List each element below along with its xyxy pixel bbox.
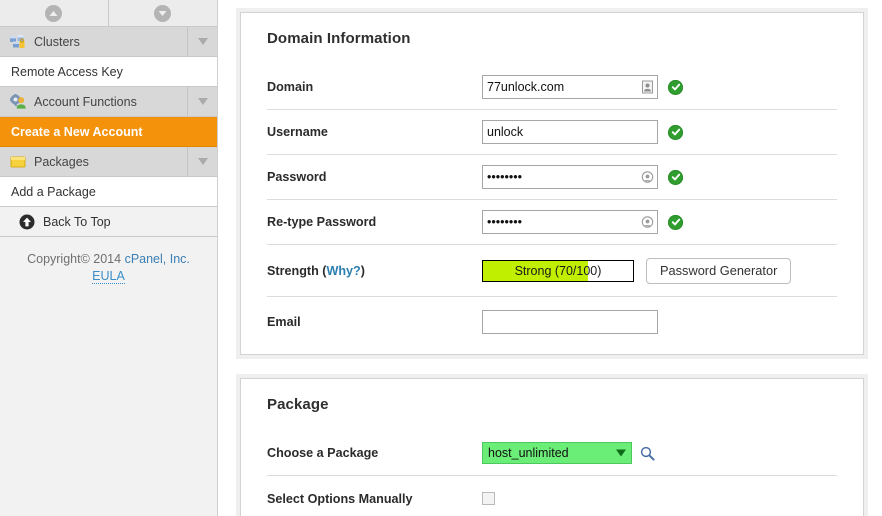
valid-check-icon-domain — [668, 79, 683, 95]
chevron-up-icon — [45, 4, 63, 22]
retype-password-input[interactable] — [482, 210, 658, 234]
select-options-manually-checkbox[interactable] — [482, 492, 495, 505]
package-select[interactable]: host_unlimited — [482, 442, 632, 464]
form-row-email: Email — [267, 297, 837, 347]
chevron-down-icon — [154, 4, 172, 22]
label-password: Password — [267, 170, 327, 184]
panel-title-package: Package — [267, 396, 329, 413]
username-input[interactable] — [482, 120, 658, 144]
main-content: Domain Information Domain 77unlock.com U… — [218, 0, 882, 516]
app-root: Clusters Remote Access Key Account Funct… — [0, 0, 882, 516]
sidebar-item-label: Remote Access Key — [11, 64, 123, 79]
domain-information-panel: Domain Information Domain 77unlock.com U… — [240, 12, 864, 355]
cpanel-company-link[interactable]: cPanel, Inc. — [125, 252, 190, 266]
package-panel: Package Choose a Package host_unlimited — [240, 378, 864, 516]
form-row-retype-password: Re-type Password — [267, 200, 837, 245]
valid-check-icon-password — [668, 169, 683, 185]
sidebar-item-label: Create a New Account — [11, 124, 143, 139]
form-row-choose-package: Choose a Package host_unlimited — [267, 431, 837, 476]
sidebar-item-packages[interactable]: Packages — [0, 147, 217, 177]
sidebar-item-account-functions[interactable]: Account Functions — [0, 87, 217, 117]
sidebar-item-back-to-top[interactable]: Back To Top — [0, 207, 217, 237]
password-generator-button[interactable]: Password Generator — [646, 257, 792, 284]
packages-icon — [9, 154, 27, 170]
password-strength-text: Strong (70/100) — [514, 263, 602, 278]
email-input[interactable] — [482, 310, 658, 334]
domain-input[interactable] — [482, 75, 658, 99]
sidebar-expand-account-functions[interactable] — [187, 87, 217, 116]
sidebar-item-clusters[interactable]: Clusters — [0, 27, 217, 57]
copyright-text: Copyright© 2014 — [27, 252, 125, 266]
valid-check-icon-retype-password — [668, 214, 683, 230]
label-choose-a-package: Choose a Package — [267, 446, 379, 460]
sidebar-item-add-a-package[interactable]: Add a Package — [0, 177, 217, 207]
form-row-strength: Strength (Why?) Strong (70/100) Password… — [267, 245, 837, 297]
form-row-domain: Domain — [267, 65, 837, 110]
form-row-select-options-manually: Select Options Manually — [267, 476, 837, 516]
strength-label-suffix: ) — [360, 263, 365, 278]
label-username: Username — [267, 125, 328, 139]
password-strength-bar: Strong (70/100) — [482, 259, 634, 282]
password-input[interactable] — [482, 165, 658, 189]
strength-label-prefix: Strength ( — [267, 263, 327, 278]
panel-title-domain-information: Domain Information — [267, 30, 411, 47]
label-strength: Strength (Why?) — [267, 264, 482, 278]
form-row-password: Password — [267, 155, 837, 200]
label-retype-password: Re-type Password — [267, 215, 377, 229]
sidebar-item-label: Back To Top — [43, 214, 111, 229]
sidebar-item-label: Add a Package — [11, 184, 96, 199]
clusters-icon — [9, 34, 27, 50]
sidebar-expand-clusters[interactable] — [187, 27, 217, 56]
form-row-username: Username — [267, 110, 837, 155]
label-email: Email — [267, 315, 301, 329]
eula-link[interactable]: EULA — [92, 269, 125, 284]
back-to-top-icon — [18, 214, 36, 230]
sidebar-item-remote-access-key[interactable]: Remote Access Key — [0, 57, 217, 87]
sidebar-expand-packages[interactable] — [187, 147, 217, 176]
why-link[interactable]: Why? — [326, 264, 360, 278]
sidebar-scroll-arrows — [0, 0, 217, 27]
magnifier-icon[interactable] — [640, 446, 655, 461]
sidebar-scroll-up-button[interactable] — [0, 0, 109, 26]
sidebar-item-label: Account Functions — [34, 94, 137, 109]
sidebar: Clusters Remote Access Key Account Funct… — [0, 0, 218, 516]
sidebar-item-label: Clusters — [34, 34, 80, 49]
sidebar-item-create-a-new-account[interactable]: Create a New Account — [0, 117, 217, 147]
account-functions-icon — [9, 94, 27, 110]
sidebar-scroll-down-button[interactable] — [108, 0, 217, 26]
valid-check-icon-username — [668, 124, 683, 140]
sidebar-item-label: Packages — [34, 154, 89, 169]
sidebar-copyright: Copyright© 2014 cPanel, Inc. EULA — [0, 251, 217, 285]
label-select-options-manually: Select Options Manually — [267, 491, 413, 506]
label-domain: Domain — [267, 80, 314, 94]
